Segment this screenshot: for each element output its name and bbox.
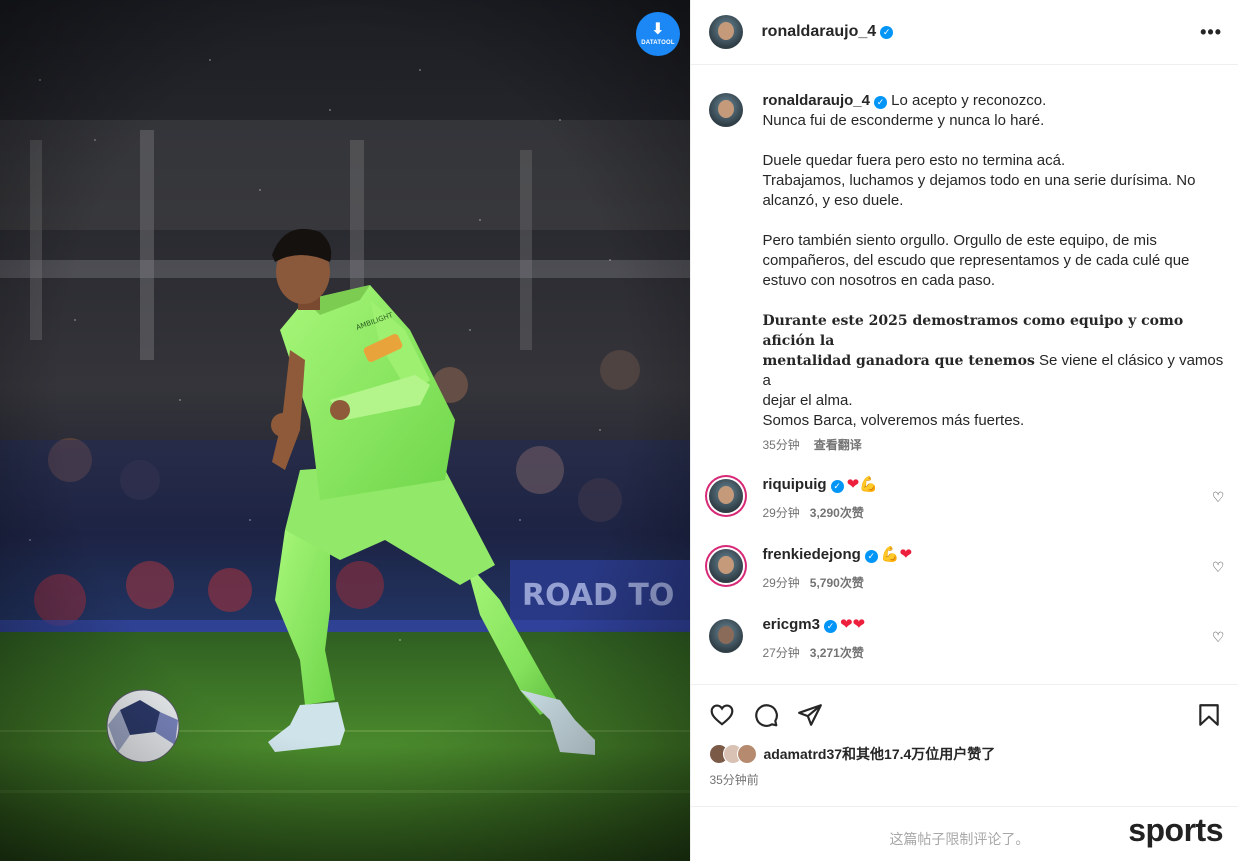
- more-options-icon[interactable]: •••: [1200, 22, 1222, 43]
- caption-line: Nunca fui de esconderme y nunca lo haré.: [762, 112, 1045, 129]
- commenter-username[interactable]: frenkiedejong: [762, 546, 860, 563]
- verified-check-icon: ✓: [873, 96, 887, 109]
- author-avatar[interactable]: [709, 15, 744, 49]
- comment-item: ericgm3 ✓ ❤❤ 27分钟 3,271次赞 ♡: [691, 615, 1238, 661]
- caption-username[interactable]: ronaldaraujo_4: [762, 92, 870, 109]
- save-bookmark-icon[interactable]: [1196, 702, 1222, 728]
- football-player-image: ROAD TO: [0, 0, 691, 861]
- post-side-panel: ronaldaraujo_4 ✓ ••• ronaldaraujo_4 ✓ Lo …: [690, 0, 1238, 861]
- see-translation-link[interactable]: 查看翻译: [814, 438, 862, 452]
- comment-time: 29分钟: [762, 506, 800, 520]
- comment-emojis: 💪❤: [880, 546, 913, 563]
- caption-author-avatar[interactable]: [709, 93, 744, 127]
- download-badge-label: DATATOOL: [641, 40, 675, 46]
- comment-time: 27分钟: [762, 646, 800, 660]
- post-action-bar: [691, 684, 1238, 744]
- caption-time: 35分钟: [762, 438, 800, 452]
- caption-line: compañeros, del escudo que representamos…: [762, 252, 1190, 269]
- comment-likes[interactable]: 3,271次赞: [810, 646, 864, 660]
- comment-bubble-icon[interactable]: [753, 702, 779, 728]
- comment-like-heart-icon[interactable]: ♡: [1212, 489, 1225, 506]
- comment-like-heart-icon[interactable]: ♡: [1212, 559, 1225, 576]
- caption-line: Somos Barca, volveremos más fuertes.: [762, 412, 1025, 429]
- liker-avatar: [737, 744, 758, 764]
- verified-check-icon: ✓: [864, 550, 878, 563]
- instagram-post-modal: ROAD TO: [0, 0, 1238, 861]
- comment-emojis: ❤❤: [839, 616, 866, 633]
- commenter-avatar[interactable]: [709, 479, 744, 513]
- commenter-username[interactable]: riquipuig: [762, 476, 826, 493]
- comments-limited-notice: 这篇帖子限制评论了。: [889, 831, 1030, 847]
- comment-emojis: ❤💪: [846, 476, 878, 493]
- likes-text[interactable]: adamatrd37和其他17.4万位用户赞了: [763, 744, 995, 764]
- comment-like-heart-icon[interactable]: ♡: [1212, 629, 1225, 646]
- comment-item: riquipuig ✓ ❤💪 29分钟 3,290次赞 ♡: [691, 475, 1238, 521]
- verified-check-icon: ✓: [830, 480, 844, 493]
- verified-check-icon: ✓: [823, 620, 837, 633]
- download-arrow-icon: ⬇: [651, 21, 665, 38]
- caption-meta: 35分钟 查看翻译: [762, 435, 1224, 455]
- likes-summary[interactable]: adamatrd37和其他17.4万位用户赞了: [709, 744, 995, 764]
- commenter-username[interactable]: ericgm3: [762, 616, 820, 633]
- post-header: ronaldaraujo_4 ✓ •••: [691, 0, 1238, 65]
- caption-line: Trabajamos, luchamos y dejamos todo en u…: [762, 172, 1196, 189]
- caption-line: Duele quedar fuera pero esto no termina …: [762, 152, 1066, 169]
- caption-bold-line: Durante este 2025 demostramos como equip…: [762, 313, 1184, 349]
- caption-bold-line: mentalidad ganadora que tenemos: [762, 353, 1035, 369]
- share-paper-plane-icon[interactable]: [797, 702, 823, 728]
- caption-line: dejar el alma.: [762, 392, 853, 409]
- commenter-avatar[interactable]: [709, 549, 744, 583]
- caption-line: alcanzó, y eso duele.: [762, 192, 904, 209]
- like-heart-icon[interactable]: [709, 702, 735, 728]
- caption-line: Pero también siento orgullo. Orgullo de …: [762, 232, 1157, 249]
- comment-time: 29分钟: [762, 576, 800, 590]
- commenter-avatar[interactable]: [709, 619, 744, 653]
- verified-check-icon: ✓: [880, 25, 894, 39]
- comment-item: frenkiedejong ✓ 💪❤ 29分钟 5,790次赞 ♡: [691, 545, 1238, 591]
- sports-watermark: sports: [1128, 812, 1223, 848]
- post-photo[interactable]: ROAD TO: [0, 0, 691, 861]
- comment-likes[interactable]: 3,290次赞: [810, 506, 864, 520]
- caption-line: Lo acepto y reconozco.: [891, 92, 1047, 109]
- download-badge[interactable]: ⬇ DATATOOL: [636, 12, 680, 56]
- author-username[interactable]: ronaldaraujo_4: [761, 23, 876, 41]
- comments-section[interactable]: ronaldaraujo_4 ✓ Lo acepto y reconozco. N…: [691, 65, 1238, 684]
- posted-time: 35分钟前: [709, 773, 759, 787]
- comment-likes[interactable]: 5,790次赞: [810, 576, 864, 590]
- caption-line: estuvo con nosotros en cada paso.: [762, 272, 996, 289]
- post-caption: ronaldaraujo_4 ✓ Lo acepto y reconozco. N…: [691, 65, 1238, 455]
